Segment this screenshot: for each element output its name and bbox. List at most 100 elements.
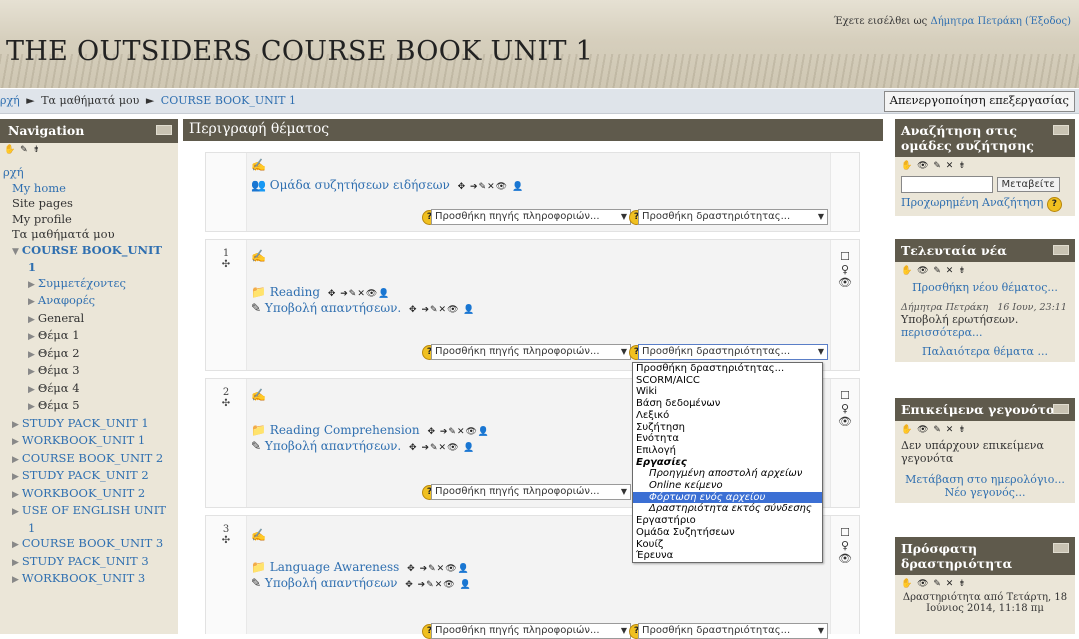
nav-course[interactable]: ▶ STUDY PACK_UNIT 3 — [0, 554, 178, 572]
activity-edit-icons[interactable]: ✥ ➔✎✕👁👤 — [427, 427, 490, 437]
breadcrumb-course[interactable]: COURSE BOOK_UNIT 1 — [161, 94, 296, 107]
add-activity-select-open[interactable]: Προσθήκη δραστηριότητας... ▼ — [638, 344, 828, 360]
turn-editing-off-button[interactable]: Απενεργοποίηση επεξεργασίας — [883, 91, 1075, 112]
add-new-topic-link[interactable]: Προσθήκη νέου θέματος... — [901, 281, 1069, 294]
nav-course-cont[interactable]: 1 — [0, 521, 178, 537]
nav-site-pages[interactable]: Site pages — [0, 196, 178, 212]
lightbulb-icon[interactable]: ♀ — [831, 402, 859, 415]
dropdown-option[interactable]: Έρευνα — [633, 550, 822, 562]
assignment-link[interactable]: Υποβολή απαντήσεων. — [265, 301, 401, 315]
activity-edit-icons[interactable]: ✥ ➔✎✕👁 👤 — [409, 443, 476, 453]
nav-course[interactable]: ▶ USE OF ENGLISH UNIT — [0, 503, 178, 521]
dropdown-option[interactable]: SCORM/AICC — [633, 375, 822, 387]
dropdown-option[interactable]: Ενότητα — [633, 433, 822, 445]
dropdown-option[interactable]: Επιλογή — [633, 445, 822, 457]
reading-link[interactable]: Reading — [270, 285, 320, 299]
nav-current-course[interactable]: ▼ COURSE BOOK_UNIT — [0, 243, 178, 261]
move-icon[interactable]: ✣ — [206, 535, 246, 546]
add-resource-select[interactable]: Προσθήκη πηγής πληροφοριών... ▼ — [431, 344, 631, 360]
dropdown-option[interactable]: Εργαστήριο — [633, 515, 822, 527]
edit-summary-icon[interactable]: ✍ — [251, 528, 266, 542]
activity-edit-icons[interactable]: ✥ ➔✎✕👁 👤 — [458, 182, 525, 192]
nav-reports[interactable]: ▶ Αναφορές — [0, 293, 178, 311]
language-awareness-link[interactable]: Language Awareness — [270, 560, 400, 574]
show-hide-icon[interactable]: 👁 — [831, 415, 859, 428]
dropdown-option[interactable]: Δραστηριότητα εκτός σύνδεσης — [633, 503, 822, 515]
dropdown-option[interactable]: Κουίζ — [633, 539, 822, 551]
nav-topic-1[interactable]: ▶ Θέμα 1 — [0, 328, 178, 346]
add-resource-select[interactable]: Προσθήκη πηγής πληροφοριών... ▼ — [431, 484, 631, 500]
block-edit-icons[interactable]: ✋ 👁 ✎ ✕ ⇟ — [901, 161, 1069, 171]
dropdown-option[interactable]: Online κείμενο — [633, 480, 822, 492]
dropdown-option[interactable]: Προηγμένη αποστολή αρχείων — [633, 468, 822, 480]
activity-edit-icons[interactable]: ✥ ➔✎✕👁👤 — [407, 564, 470, 574]
add-activity-select[interactable]: Προσθήκη δραστηριότητας... ▼ — [638, 623, 828, 639]
dropdown-option[interactable]: Ομάδα Συζητήσεων — [633, 527, 822, 539]
nav-participants[interactable]: ▶ Συμμετέχοντες — [0, 276, 178, 294]
go-to-calendar-link[interactable]: Μετάβαση στο ημερολόγιο... — [901, 473, 1069, 486]
nav-topic-3[interactable]: ▶ Θέμα 3 — [0, 363, 178, 381]
lightbulb-icon[interactable]: ♀ — [831, 539, 859, 552]
add-activity-select[interactable]: Προσθήκη δραστηριότητας... ▼ — [638, 209, 828, 225]
reading-comprehension-link[interactable]: Reading Comprehension — [270, 423, 420, 437]
highlight-icon[interactable]: ☐ — [831, 250, 859, 263]
add-resource-select[interactable]: Προσθήκη πηγής πληροφοριών... ▼ — [431, 209, 631, 225]
edit-summary-icon[interactable]: ✍ — [251, 388, 266, 402]
logout-link[interactable]: (Έξοδος) — [1025, 16, 1071, 27]
user-name-link[interactable]: Δήμητρα Πετράκη — [930, 16, 1021, 27]
activity-edit-icons[interactable]: ✥ ➔✎✕👁👤 — [328, 289, 391, 299]
dropdown-option[interactable]: Συζήτηση — [633, 422, 822, 434]
nav-my-profile[interactable]: My profile — [0, 212, 178, 228]
assignment-link[interactable]: Υποβολή απαντήσεων — [265, 576, 398, 590]
advanced-search-link[interactable]: Προχωρημένη Αναζήτηση — [901, 196, 1043, 209]
nav-course[interactable]: ▶ COURSE BOOK_UNIT 3 — [0, 536, 178, 554]
collapse-icon[interactable] — [156, 125, 172, 135]
activity-edit-icons[interactable]: ✥ ➔✎✕👁 👤 — [405, 580, 472, 590]
nav-topic-4[interactable]: ▶ Θέμα 4 — [0, 381, 178, 399]
news-more-link[interactable]: περισσότερα... — [901, 326, 1069, 339]
dropdown-option[interactable]: Προσθήκη δραστηριότητας... — [633, 363, 822, 375]
help-icon[interactable]: ? — [1046, 197, 1062, 212]
nav-general[interactable]: ▶ General — [0, 311, 178, 329]
breadcrumb-my-courses[interactable]: Τα μαθήματά μου — [41, 94, 139, 107]
activity-edit-icons[interactable]: ✥ ➔✎✕👁 👤 — [409, 305, 476, 315]
collapse-icon[interactable] — [1053, 245, 1069, 255]
block-edit-icons[interactable]: ✋ ✎ ⇟ — [4, 145, 41, 155]
collapse-icon[interactable] — [1053, 125, 1069, 135]
edit-summary-icon[interactable]: ✍ — [251, 158, 266, 172]
highlight-icon[interactable]: ☐ — [831, 526, 859, 539]
move-icon[interactable]: ✣ — [206, 259, 246, 270]
move-icon[interactable]: ✣ — [206, 398, 246, 409]
dropdown-option[interactable]: Λεξικό — [633, 410, 822, 422]
news-forum-link[interactable]: Ομάδα συζητήσεων ειδήσεων — [270, 178, 450, 192]
nav-my-home[interactable]: My home — [0, 181, 178, 197]
nav-my-courses[interactable]: Τα μαθήματά μου — [0, 227, 178, 243]
collapse-icon[interactable] — [1053, 543, 1069, 553]
show-hide-icon[interactable]: 👁 — [831, 276, 859, 289]
nav-topic-2[interactable]: ▶ Θέμα 2 — [0, 346, 178, 364]
lightbulb-icon[interactable]: ♀ — [831, 263, 859, 276]
breadcrumb-home[interactable]: ρχή — [0, 94, 20, 107]
nav-course[interactable]: ▶ WORKBOOK_UNIT 1 — [0, 433, 178, 451]
nav-topic-5[interactable]: ▶ Θέμα 5 — [0, 398, 178, 416]
assignment-link[interactable]: Υποβολή απαντήσεων. — [265, 439, 401, 453]
block-edit-icons[interactable]: ✋ 👁 ✎ ✕ ⇟ — [901, 579, 1069, 589]
highlight-icon[interactable]: ☐ — [831, 389, 859, 402]
new-event-link[interactable]: Νέο γεγονός... — [901, 486, 1069, 499]
add-resource-select[interactable]: Προσθήκη πηγής πληροφοριών... ▼ — [431, 623, 631, 639]
nav-home[interactable]: ρχή — [0, 165, 178, 181]
nav-course[interactable]: ▶ STUDY PACK_UNIT 1 — [0, 416, 178, 434]
search-input[interactable] — [901, 176, 993, 193]
show-hide-icon[interactable]: 👁 — [831, 552, 859, 565]
edit-summary-icon[interactable]: ✍ — [251, 249, 266, 263]
nav-current-course-cont[interactable]: 1 — [0, 260, 178, 276]
nav-course[interactable]: ▶ COURSE BOOK_UNIT 2 — [0, 451, 178, 469]
dropdown-option-highlighted[interactable]: Φόρτωση ενός αρχείου — [633, 491, 822, 504]
nav-course[interactable]: ▶ WORKBOOK_UNIT 2 — [0, 486, 178, 504]
search-go-button[interactable]: Μεταβείτε — [996, 177, 1060, 192]
dropdown-option[interactable]: Βάση δεδομένων — [633, 398, 822, 410]
nav-course[interactable]: ▶ WORKBOOK_UNIT 3 — [0, 571, 178, 589]
block-edit-icons[interactable]: ✋ 👁 ✎ ✕ ⇟ — [901, 266, 1069, 276]
dropdown-option[interactable]: Wiki — [633, 386, 822, 398]
older-topics-link[interactable]: Παλαιότερα θέματα ... — [901, 345, 1069, 358]
